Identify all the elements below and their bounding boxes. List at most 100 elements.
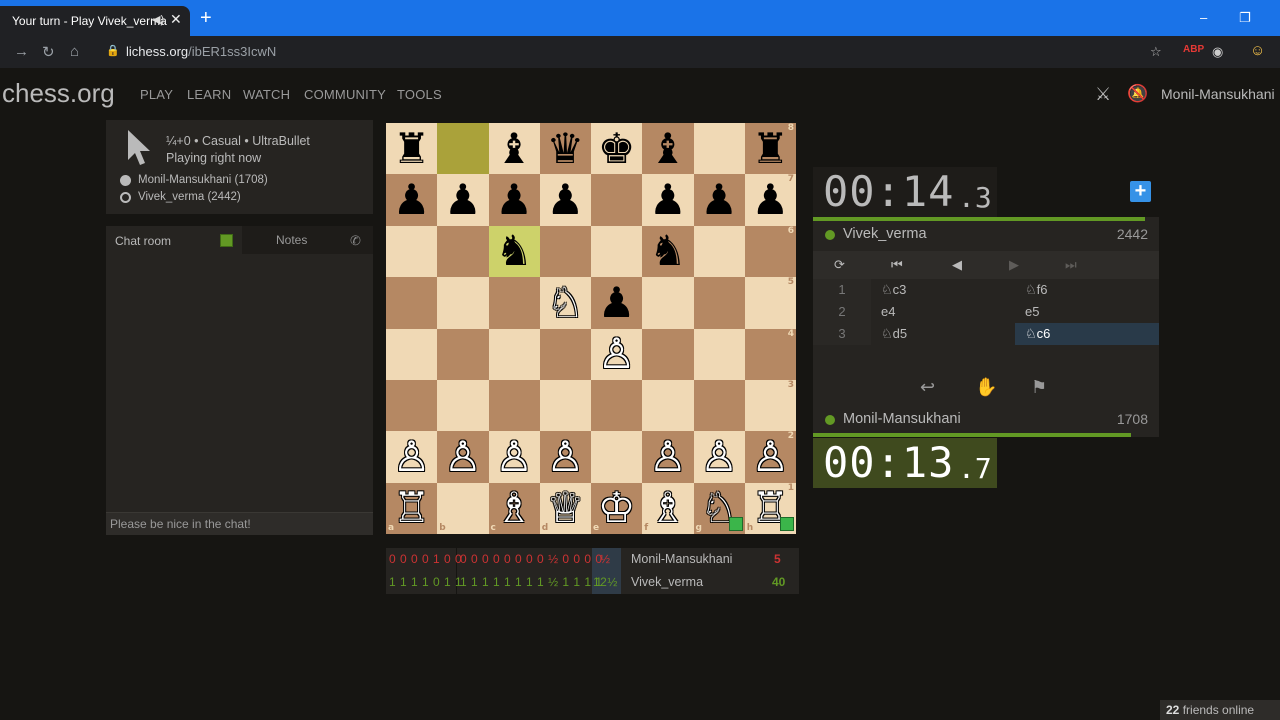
white-move[interactable]: ♘d5	[881, 326, 907, 342]
browser-tab[interactable]: Your turn - Play Vivek_verma ◀) ✕	[0, 6, 190, 36]
square-c5[interactable]	[488, 277, 540, 329]
square-a6[interactable]	[386, 225, 438, 278]
square-b1[interactable]: b	[437, 482, 489, 534]
tab-notes[interactable]: Notes	[276, 233, 307, 247]
square-f1[interactable]: ♗ f	[642, 482, 694, 534]
black-move[interactable]: e5	[1025, 304, 1039, 319]
nav-learn[interactable]: LEARN	[187, 87, 231, 102]
black-piece[interactable]: ♞	[649, 230, 687, 272]
resign-flag-icon[interactable]: ⚑	[1031, 377, 1047, 398]
white-move[interactable]: ♘c3	[881, 282, 906, 298]
black-piece[interactable]: ♝	[495, 127, 533, 170]
white-piece[interactable]: ♖	[393, 487, 431, 529]
white-piece[interactable]: ♘	[547, 281, 585, 324]
square-e6[interactable]	[591, 225, 643, 278]
square-d8[interactable]: ♛	[539, 123, 591, 175]
square-b6[interactable]	[437, 225, 489, 278]
square-h4[interactable]: 4	[744, 328, 796, 380]
black-piece[interactable]: ♟	[547, 179, 585, 221]
square-d7[interactable]: ♟	[539, 174, 591, 226]
new-tab-button[interactable]: +	[200, 8, 212, 28]
black-move-active[interactable]: ♘c6	[1025, 326, 1050, 342]
black-piece[interactable]: ♜	[393, 127, 431, 170]
square-f8[interactable]: ♝	[642, 123, 694, 175]
close-tab-icon[interactable]: ✕	[170, 11, 182, 28]
offer-draw-icon[interactable]: ✋	[975, 377, 997, 398]
black-piece[interactable]: ♟	[598, 281, 636, 324]
square-a8[interactable]: ♜	[386, 123, 438, 175]
square-h7[interactable]: ♟ 7	[744, 174, 796, 226]
white-piece[interactable]: ♙	[598, 333, 636, 375]
nav-tools[interactable]: TOOLS	[397, 87, 442, 102]
phone-icon[interactable]: ✆	[350, 233, 361, 249]
square-c2[interactable]: ♙	[488, 431, 540, 483]
square-g5[interactable]	[693, 277, 745, 329]
square-g4[interactable]	[693, 328, 745, 380]
black-move[interactable]: ♘f6	[1025, 282, 1048, 298]
nav-play[interactable]: PLAY	[140, 87, 173, 102]
square-d6[interactable]	[539, 225, 591, 278]
square-g6[interactable]	[693, 225, 745, 278]
square-c3[interactable]	[488, 379, 540, 432]
black-piece[interactable]: ♜	[752, 127, 790, 170]
white-piece[interactable]: ♗	[495, 487, 533, 529]
player-white-link[interactable]: Monil-Mansukhani (1708)	[120, 174, 268, 186]
square-b8[interactable]	[437, 123, 489, 175]
home-icon[interactable]: ⌂	[70, 43, 79, 60]
square-h3[interactable]: 3	[744, 379, 796, 432]
square-f6[interactable]: ♞	[642, 225, 694, 278]
black-piece[interactable]: ♟	[649, 179, 687, 221]
friends-online-button[interactable]: 22 friends online	[1160, 700, 1280, 720]
square-f4[interactable]	[642, 328, 694, 380]
black-piece[interactable]: ♟	[752, 179, 790, 221]
square-h5[interactable]: 5	[744, 277, 796, 329]
crosstable-row-black[interactable]: 1 1 1 1 0 1 1 1 1 1 1 1 1 1 1 ½ 1 1 1 1 …	[386, 571, 799, 594]
takeback-icon[interactable]: ↩	[920, 377, 935, 398]
square-g2[interactable]: ♙	[693, 431, 745, 483]
square-e5[interactable]: ♟	[591, 277, 643, 329]
chat-toggle-checkbox[interactable]	[220, 234, 233, 247]
white-piece[interactable]: ♙	[444, 435, 482, 478]
square-d2[interactable]: ♙	[539, 431, 591, 483]
reload-icon[interactable]: ↻	[42, 43, 55, 61]
square-e8[interactable]: ♚	[591, 123, 643, 175]
chat-input[interactable]: Please be nice in the chat!	[106, 512, 373, 535]
flip-board-icon[interactable]: ⟳	[834, 257, 845, 273]
black-piece[interactable]: ♞	[495, 230, 533, 272]
black-piece[interactable]: ♛	[547, 127, 585, 170]
minimize-window-button[interactable]: –	[1200, 10, 1207, 25]
square-d3[interactable]	[539, 379, 591, 432]
square-c1[interactable]: ♗ c	[488, 482, 540, 534]
next-move-icon[interactable]: ▶	[1009, 257, 1019, 273]
self-player-row[interactable]: Monil-Mansukhani 1708	[813, 409, 1159, 431]
black-piece[interactable]: ♟	[393, 179, 431, 221]
first-move-icon[interactable]: ⏮	[891, 257, 903, 273]
square-g7[interactable]: ♟	[693, 174, 745, 226]
square-a5[interactable]	[386, 277, 438, 329]
square-h8[interactable]: ♜ 8	[744, 123, 796, 175]
square-f3[interactable]	[642, 379, 694, 432]
square-e2[interactable]	[591, 431, 643, 483]
square-b2[interactable]: ♙	[437, 431, 489, 483]
square-b7[interactable]: ♟	[437, 174, 489, 226]
square-g3[interactable]	[693, 379, 745, 432]
challenge-swords-icon[interactable]: ⚔	[1095, 84, 1111, 105]
white-piece[interactable]: ♙	[700, 435, 738, 478]
square-a2[interactable]: ♙	[386, 431, 438, 483]
square-e7[interactable]	[591, 174, 643, 226]
white-piece[interactable]: ♙	[547, 435, 585, 478]
square-f2[interactable]: ♙	[642, 431, 694, 483]
black-piece[interactable]: ♟	[444, 179, 482, 221]
square-a4[interactable]	[386, 328, 438, 380]
square-h2[interactable]: ♙ 2	[744, 431, 796, 483]
square-c7[interactable]: ♟	[488, 174, 540, 226]
square-h6[interactable]: 6	[744, 225, 796, 278]
black-piece[interactable]: ♚	[598, 127, 636, 170]
square-g8[interactable]	[693, 123, 745, 175]
nav-watch[interactable]: WATCH	[243, 87, 290, 102]
bookmark-star-icon[interactable]: ☆	[1150, 44, 1162, 60]
last-move-icon[interactable]: ⏭	[1065, 257, 1077, 273]
profile-avatar-icon[interactable]: ☺	[1250, 42, 1265, 59]
square-f7[interactable]: ♟	[642, 174, 694, 226]
white-piece[interactable]: ♙	[649, 435, 687, 478]
